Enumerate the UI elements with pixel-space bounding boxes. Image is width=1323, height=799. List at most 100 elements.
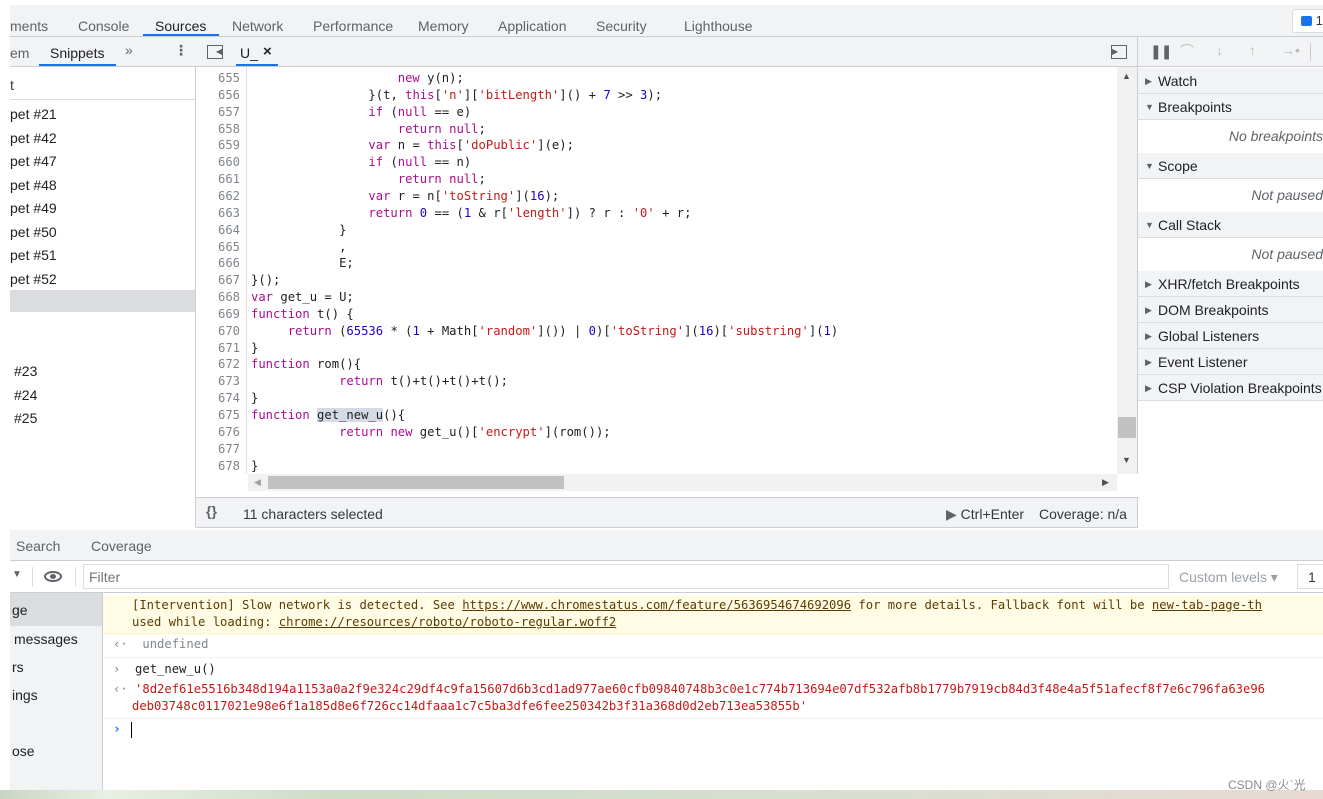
tab-application[interactable]: Application [498, 18, 567, 34]
debugger-section-event-listener-breakpoints[interactable]: ▶Event Listener Breakpoints [1138, 349, 1323, 396]
horizontal-scrollbar[interactable]: ◀ ▶ [248, 474, 1117, 491]
chromestatus-link[interactable]: https://www.chromestatus.com/feature/563… [462, 598, 851, 612]
sidebar-item-warnings[interactable]: ings [12, 687, 38, 703]
tab-search[interactable]: Search [16, 538, 60, 554]
step-into-icon[interactable]: ↓ [1216, 42, 1223, 58]
file-tab-U_[interactable]: U_ × [236, 37, 278, 67]
step-over-icon[interactable]: ⌒ [1180, 41, 1194, 61]
line-number[interactable]: 672 [196, 356, 240, 373]
context-dropdown-icon[interactable]: ▼ [12, 569, 22, 580]
snippet-item[interactable]: pet #48 [10, 177, 57, 193]
close-icon[interactable]: × [263, 43, 272, 60]
line-number[interactable]: 673 [196, 373, 240, 390]
sidebar-item-errors[interactable]: rs [12, 659, 24, 675]
pretty-print-icon[interactable]: {} [206, 503, 217, 519]
run-snippet-button[interactable]: ▶ Ctrl+Enter [946, 506, 1024, 523]
section-empty-note: Not paused [1251, 187, 1323, 203]
line-number[interactable]: 678 [196, 458, 240, 474]
tab-security[interactable]: Security [596, 18, 647, 34]
line-number[interactable]: 668 [196, 289, 240, 306]
line-number[interactable]: 663 [196, 205, 240, 222]
scroll-left-icon[interactable]: ◀ [254, 477, 261, 488]
line-number[interactable]: 656 [196, 87, 240, 104]
snippet-item[interactable]: #23 [14, 363, 37, 379]
snippet-item[interactable]: #25 [14, 410, 37, 426]
new-snippet-row[interactable]: t [10, 67, 195, 100]
vertical-scrollbar[interactable]: ▲ ▼ [1117, 67, 1137, 474]
tab-elements[interactable]: ments [10, 18, 48, 34]
debugger-section-scope[interactable]: ▼ Scope [1138, 153, 1323, 179]
debugger-section-xhr-fetch-breakpoints[interactable]: ▶ XHR/fetch Breakpoints [1138, 271, 1323, 297]
tab-sources[interactable]: Sources [155, 18, 206, 34]
debugger-section-global-listeners[interactable]: ▶ Global Listeners [1138, 323, 1323, 349]
line-number[interactable]: 657 [196, 104, 240, 121]
line-number[interactable]: 666 [196, 255, 240, 272]
toggle-debugger-icon[interactable]: ▶ [1111, 45, 1127, 59]
line-number[interactable]: 670 [196, 323, 240, 340]
debugger-section-watch[interactable]: ▶ Watch [1138, 68, 1323, 94]
code-editor[interactable]: 655 new y(n); 656 }(t, this['n']['bitLeng… [196, 67, 1138, 474]
line-number[interactable]: 664 [196, 222, 240, 239]
snippet-item[interactable]: pet #50 [10, 224, 57, 240]
line-number[interactable]: 660 [196, 154, 240, 171]
tab-filesystem[interactable]: em [10, 45, 29, 61]
line-number[interactable]: 676 [196, 424, 240, 441]
tab-performance[interactable]: Performance [313, 18, 393, 34]
debugger-section-csp-violation-breakpoints[interactable]: ▶ CSP Violation Breakpoints [1138, 375, 1323, 401]
scroll-down-icon[interactable]: ▼ [1122, 455, 1131, 465]
selected-snippet-row[interactable] [10, 290, 195, 312]
debugger-section-dom-breakpoints[interactable]: ▶ DOM Breakpoints [1138, 297, 1323, 323]
tab-console[interactable]: Console [78, 18, 129, 34]
sidebar-item-messages-all[interactable]: ge [10, 593, 102, 626]
line-number[interactable]: 675 [196, 407, 240, 424]
snippet-item[interactable]: pet #51 [10, 247, 57, 263]
issues-button[interactable]: 1 [1292, 9, 1323, 33]
line-number[interactable]: 677 [196, 441, 240, 458]
font-link[interactable]: new-tab-page-th [1152, 598, 1262, 612]
sidebar-item-user-messages[interactable]: messages [14, 631, 78, 647]
snippet-item[interactable]: pet #21 [10, 106, 57, 122]
console-filter-input[interactable] [83, 564, 1169, 589]
scroll-right-icon[interactable]: ▶ [1102, 477, 1109, 488]
tab-lighthouse[interactable]: Lighthouse [684, 18, 753, 34]
issues-count-button[interactable]: 1 [1297, 564, 1323, 589]
more-tabs-icon[interactable]: » [125, 42, 133, 58]
snippet-item[interactable]: pet #49 [10, 200, 57, 216]
line-number[interactable]: 659 [196, 137, 240, 154]
toggle-navigator-icon[interactable]: ◀ [207, 45, 223, 59]
scrollbar-thumb[interactable] [1118, 417, 1136, 438]
step-icon[interactable]: →• [1281, 42, 1300, 58]
tab-coverage[interactable]: Coverage [91, 538, 152, 554]
line-number[interactable]: 662 [196, 188, 240, 205]
snippet-item[interactable]: pet #47 [10, 153, 57, 169]
line-number[interactable]: 669 [196, 306, 240, 323]
line-number[interactable]: 655 [196, 70, 240, 87]
line-number[interactable]: 671 [196, 340, 240, 357]
line-number[interactable]: 665 [196, 239, 240, 256]
code-line: if (null == e) [368, 104, 472, 119]
debugger-section-breakpoints[interactable]: ▼ Breakpoints [1138, 94, 1323, 120]
snippet-item[interactable]: pet #42 [10, 130, 57, 146]
code-line: }(); [251, 273, 281, 288]
more-options-icon[interactable]: ⋮ [174, 42, 188, 59]
console-prompt-input[interactable] [131, 722, 132, 738]
tab-network[interactable]: Network [232, 18, 283, 34]
line-number[interactable]: 658 [196, 121, 240, 138]
step-out-icon[interactable]: ↑ [1249, 42, 1256, 58]
scroll-up-icon[interactable]: ▲ [1122, 71, 1131, 81]
snippet-item[interactable]: #24 [14, 387, 37, 403]
active-tab-indicator [143, 34, 219, 36]
line-number[interactable]: 661 [196, 171, 240, 188]
log-levels-dropdown[interactable]: Custom levels ▾ [1179, 569, 1278, 586]
eye-icon[interactable] [44, 571, 62, 582]
line-number[interactable]: 674 [196, 390, 240, 407]
sidebar-item-verbose[interactable]: ose [12, 743, 35, 759]
scrollbar-thumb[interactable] [268, 476, 564, 489]
tab-snippets[interactable]: Snippets [50, 45, 104, 61]
snippet-item[interactable]: pet #52 [10, 271, 57, 287]
pause-icon[interactable]: ❚❚ [1150, 43, 1172, 60]
roboto-font-link[interactable]: chrome://resources/roboto/roboto-regular… [279, 615, 617, 629]
line-number[interactable]: 667 [196, 272, 240, 289]
debugger-section-call-stack[interactable]: ▼ Call Stack [1138, 212, 1323, 238]
tab-memory[interactable]: Memory [418, 18, 469, 34]
